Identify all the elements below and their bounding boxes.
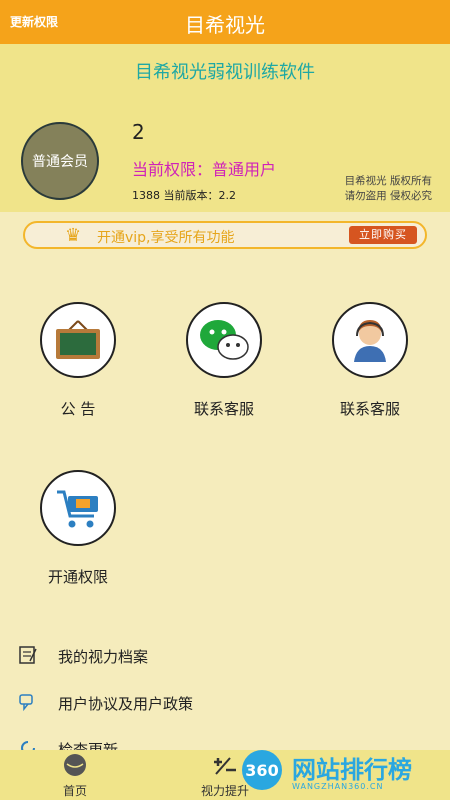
avatar-label: 普通会员 xyxy=(32,154,88,170)
watermark-badge: 360 xyxy=(242,750,282,790)
list-label-user-agreement: 用户协议及用户政策 xyxy=(58,695,194,713)
chat-icon xyxy=(19,694,33,712)
version-text: 1388 当前版本：2.2 xyxy=(132,189,236,202)
top-bar: 更新权限 目希视光 xyxy=(0,0,450,44)
list-label-vision-archive: 我的视力档案 xyxy=(58,648,149,666)
permission-status: 当前权限：普通用户 xyxy=(132,160,277,179)
grid-label-announcement: 公 告 xyxy=(60,400,96,418)
tab-home[interactable]: 首页 xyxy=(30,752,120,799)
avatar[interactable]: 普通会员 xyxy=(21,122,99,200)
copyright-line-1: 目希视光 版权所有 xyxy=(344,175,432,187)
home-icon xyxy=(64,754,86,776)
grid-label-open-permission: 开通权限 xyxy=(47,568,108,586)
board-icon xyxy=(40,302,116,378)
grid-item-customer-service[interactable]: 联系客服 xyxy=(310,302,430,419)
page-title: 目希视光 xyxy=(185,13,265,37)
app-name: 目希视光弱视训练软件 xyxy=(135,62,315,83)
list-item-vision-archive[interactable]: 我的视力档案 xyxy=(18,645,438,669)
bottom-nav: 首页 视力提升 360 网站排行榜 WANGZHAN360.CN xyxy=(0,750,450,800)
grid-item-announcement[interactable]: 公 告 xyxy=(18,302,138,419)
note-icon xyxy=(19,646,37,664)
list-item-user-agreement[interactable]: 用户协议及用户政策 xyxy=(18,692,438,716)
crown-icon: ♛ xyxy=(65,225,82,246)
profile-header: 目希视光弱视训练软件 普通会员 2 当前权限：普通用户 1388 当前版本：2.… xyxy=(0,44,450,212)
tab-label-home: 首页 xyxy=(62,784,87,798)
grid-label-wechat-service: 联系客服 xyxy=(193,400,254,418)
cart-icon xyxy=(40,470,116,546)
vip-text: 开通vip,享受所有功能 xyxy=(97,230,235,246)
copyright-line-2: 请勿盗用 侵权必究 xyxy=(344,190,432,202)
user-id: 2 xyxy=(132,120,145,144)
customer-service-icon xyxy=(332,302,408,378)
buy-now-button[interactable]: 立即购买 xyxy=(349,226,417,244)
watermark-sub: WANGZHAN360.CN xyxy=(292,782,384,791)
grid-label-customer-service: 联系客服 xyxy=(339,400,400,418)
vip-banner[interactable]: ♛ 开通vip,享受所有功能 立即购买 xyxy=(23,221,427,249)
plus-minus-icon xyxy=(214,757,236,775)
watermark: 360 网站排行榜 WANGZHAN360.CN xyxy=(242,750,442,794)
watermark-text: 网站排行榜 xyxy=(292,756,412,784)
wechat-icon xyxy=(186,302,262,378)
grid-item-wechat-service[interactable]: 联系客服 xyxy=(164,302,284,419)
grid-item-open-permission[interactable]: 开通权限 xyxy=(18,470,138,587)
copyright: 目希视光 版权所有 请勿盗用 侵权必究 xyxy=(345,174,432,204)
